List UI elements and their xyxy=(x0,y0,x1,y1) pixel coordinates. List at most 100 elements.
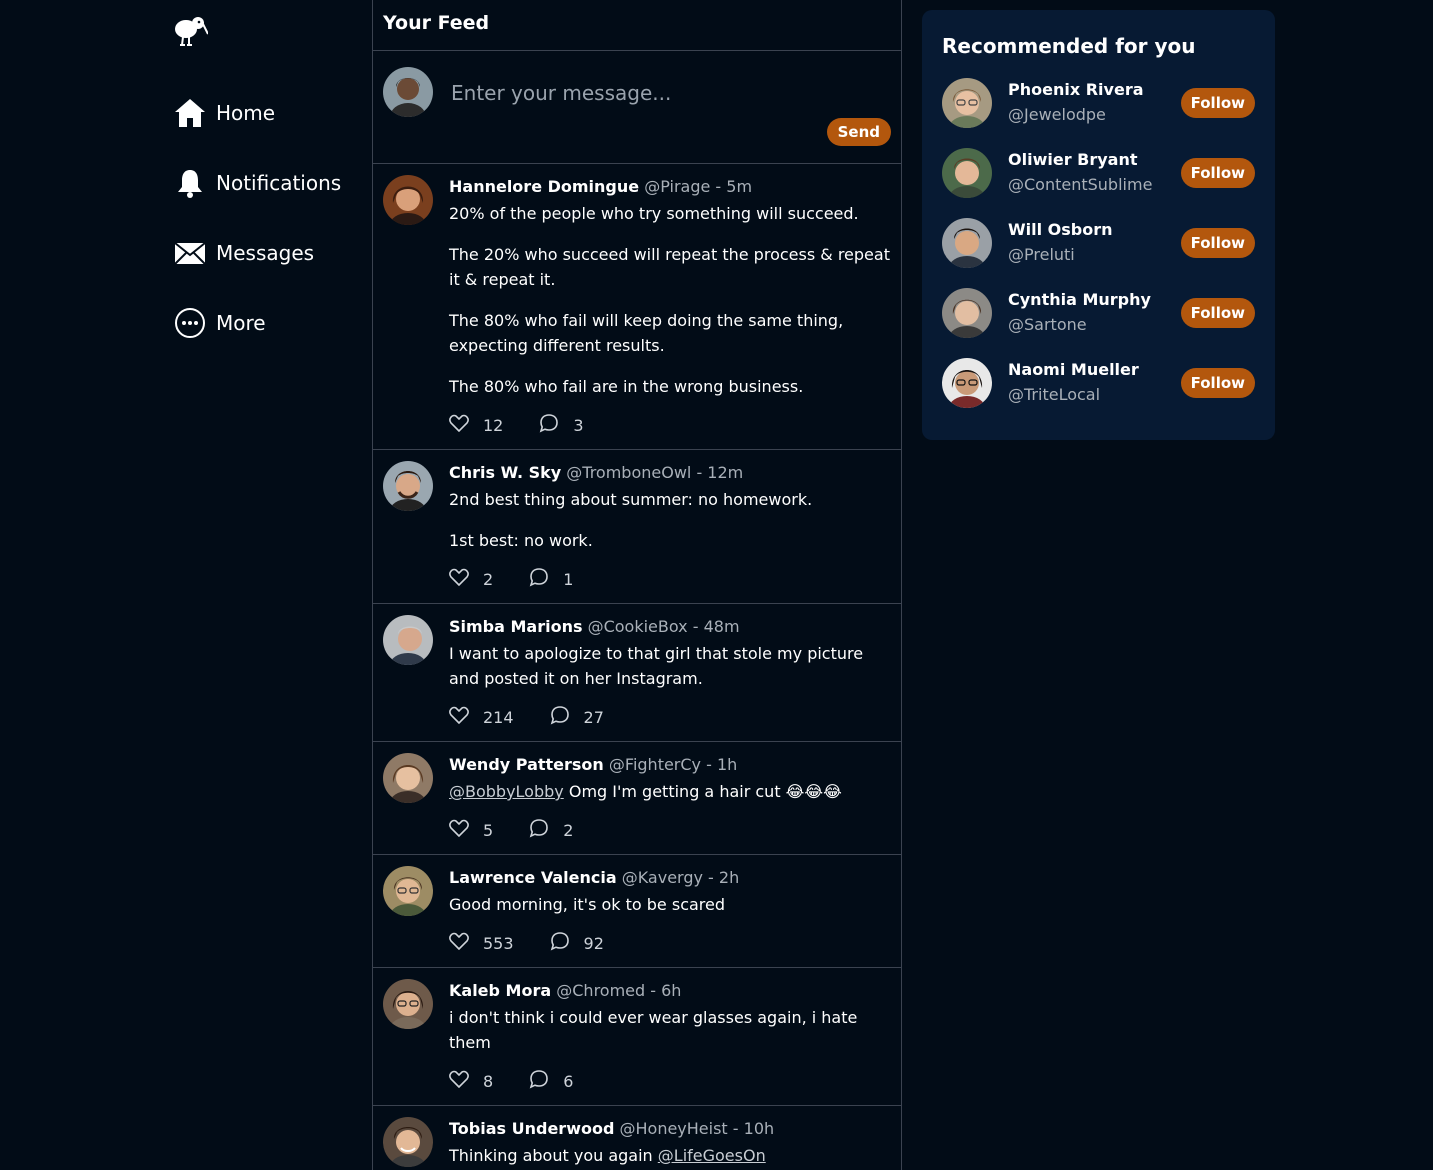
recommended-name[interactable]: Naomi Mueller xyxy=(1008,360,1139,379)
post: Tobias Underwood @HoneyHeist - 10h Think… xyxy=(373,1106,901,1170)
comment-count: 6 xyxy=(563,1071,574,1091)
avatar xyxy=(383,979,433,1029)
post-author[interactable]: Tobias Underwood xyxy=(449,1119,614,1138)
post-meta: @Chromed - 6h xyxy=(556,981,682,1000)
post-text: Good morning, it's ok to be scared xyxy=(449,895,726,914)
avatar xyxy=(383,67,433,117)
post-body: 2nd best thing about summer: no homework… xyxy=(449,487,891,553)
follow-button[interactable]: Follow xyxy=(1180,298,1255,328)
comment-button[interactable]: 3 xyxy=(539,413,584,437)
follow-button[interactable]: Follow xyxy=(1180,88,1255,118)
recommended-handle: @TriteLocal xyxy=(1008,385,1101,404)
post-meta: @CookieBox - 48m xyxy=(587,617,740,636)
nav-notifications[interactable]: Notifications xyxy=(174,167,341,199)
avatar xyxy=(383,866,433,916)
like-button[interactable]: 8 xyxy=(449,1070,493,1092)
like-count: 5 xyxy=(483,820,494,840)
recommended-handle: @Preluti xyxy=(1008,245,1075,264)
post-text: The 20% who succeed will repeat the proc… xyxy=(449,245,890,289)
post-text: 1st best: no work. xyxy=(449,531,593,550)
composer: Send xyxy=(373,51,901,164)
recommended-user: Phoenix Rivera @Jewelodpe Follow xyxy=(942,78,1255,148)
recommended-user: Cynthia Murphy @Sartone Follow xyxy=(942,288,1255,358)
avatar xyxy=(383,1117,433,1167)
comment-button[interactable]: 27 xyxy=(550,705,604,729)
avatar xyxy=(942,218,992,268)
heart-icon xyxy=(449,414,469,436)
mention-link[interactable]: @LifeGoesOn xyxy=(658,1146,766,1165)
post-author[interactable]: Hannelore Domingue xyxy=(449,177,639,196)
post-author[interactable]: Simba Marions xyxy=(449,617,583,636)
post-author[interactable]: Wendy Patterson xyxy=(449,755,604,774)
envelope-icon xyxy=(174,237,206,269)
follow-button[interactable]: Follow xyxy=(1180,158,1255,188)
post-text: i don't think i could ever wear glasses … xyxy=(449,1008,858,1052)
recommended-handle: @Sartone xyxy=(1008,315,1087,334)
comment-count: 27 xyxy=(583,707,604,727)
post-actions: 2 1 xyxy=(449,567,891,591)
post-body: Thinking about you again @LifeGoesOn xyxy=(449,1143,891,1168)
comment-count: 92 xyxy=(583,933,604,953)
like-button[interactable]: 12 xyxy=(449,414,503,436)
recommended-user: Oliwier Bryant @ContentSublime Follow xyxy=(942,148,1255,218)
post-body: i don't think i could ever wear glasses … xyxy=(449,1005,891,1055)
post-text: Omg I'm getting a hair cut 😂😂😂 xyxy=(568,782,842,801)
post-text: Thinking about you again xyxy=(449,1146,653,1165)
comment-button[interactable]: 1 xyxy=(529,567,573,591)
avatar xyxy=(383,615,433,665)
like-button[interactable]: 214 xyxy=(449,706,514,728)
follow-button[interactable]: Follow xyxy=(1180,368,1255,398)
comment-button[interactable]: 6 xyxy=(529,1069,573,1093)
post-author[interactable]: Chris W. Sky xyxy=(449,463,561,482)
like-count: 12 xyxy=(483,415,504,435)
recommended-user: Will Osborn @Preluti Follow xyxy=(942,218,1255,288)
post-body: @BobbyLobby Omg I'm getting a hair cut 😂… xyxy=(449,779,891,804)
avatar xyxy=(942,148,992,198)
left-nav: Home Notifications Messages More xyxy=(0,0,372,1170)
heart-icon xyxy=(449,568,469,590)
recommended-user: Naomi Mueller @TriteLocal Follow xyxy=(942,358,1255,428)
more-icon xyxy=(174,307,206,339)
recommended-name[interactable]: Phoenix Rivera xyxy=(1008,80,1144,99)
avatar xyxy=(942,78,992,128)
post-author[interactable]: Kaleb Mora xyxy=(449,981,551,1000)
like-button[interactable]: 2 xyxy=(449,568,493,590)
avatar xyxy=(383,753,433,803)
recommended-handle: @Jewelodpe xyxy=(1008,105,1106,124)
recommended-name[interactable]: Oliwier Bryant xyxy=(1008,150,1138,169)
post: Wendy Patterson @FighterCy - 1h @BobbyLo… xyxy=(373,742,901,855)
like-button[interactable]: 553 xyxy=(449,932,514,954)
like-count: 2 xyxy=(483,569,494,589)
nav-more[interactable]: More xyxy=(174,307,266,339)
comment-button[interactable]: 2 xyxy=(529,818,573,842)
recommended-name[interactable]: Will Osborn xyxy=(1008,220,1113,239)
post-text: The 80% who fail will keep doing the sam… xyxy=(449,311,844,355)
nav-more-label: More xyxy=(216,311,266,335)
message-input[interactable] xyxy=(449,75,879,111)
send-button[interactable]: Send xyxy=(826,118,891,146)
heart-icon xyxy=(449,1070,469,1092)
nav-messages[interactable]: Messages xyxy=(174,237,314,269)
like-count: 214 xyxy=(483,707,514,727)
post-actions: 12 3 xyxy=(449,413,891,437)
nav-home-label: Home xyxy=(216,101,276,125)
recommended-name[interactable]: Cynthia Murphy xyxy=(1008,290,1151,309)
post-author[interactable]: Lawrence Valencia xyxy=(449,868,617,887)
nav-home[interactable]: Home xyxy=(174,97,275,129)
post-actions: 5 2 xyxy=(449,818,891,842)
post-meta: @HoneyHeist - 10h xyxy=(619,1119,775,1138)
post: Lawrence Valencia @Kavergy - 2h Good mor… xyxy=(373,855,901,968)
like-button[interactable]: 5 xyxy=(449,819,493,841)
recommended-title: Recommended for you xyxy=(942,34,1196,58)
comment-count: 2 xyxy=(563,820,574,840)
mention-link[interactable]: @BobbyLobby xyxy=(449,782,564,801)
post: Simba Marions @CookieBox - 48m I want to… xyxy=(373,604,901,742)
avatar xyxy=(942,288,992,338)
post-actions: 8 6 xyxy=(449,1069,891,1093)
comment-button[interactable]: 92 xyxy=(550,931,604,955)
kiwi-bird-icon[interactable] xyxy=(172,12,209,48)
bell-icon xyxy=(174,167,206,199)
follow-button[interactable]: Follow xyxy=(1180,228,1255,258)
post-body: 20% of the people who try something will… xyxy=(449,201,891,399)
comment-icon xyxy=(529,1069,549,1093)
